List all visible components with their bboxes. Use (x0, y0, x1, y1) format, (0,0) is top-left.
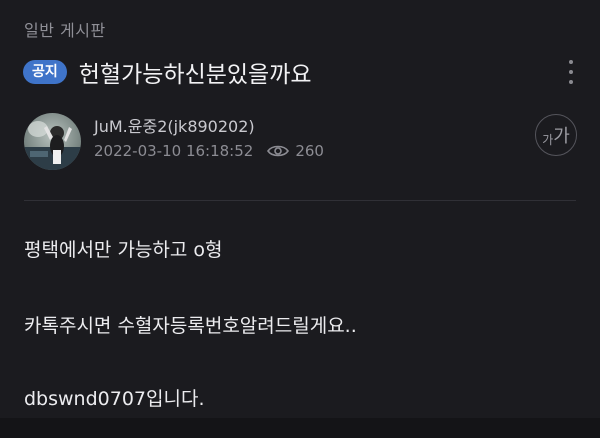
more-options-icon[interactable] (565, 60, 577, 84)
post-title: 헌혈가능하신분있을까요 (78, 62, 312, 88)
avatar[interactable] (24, 113, 81, 170)
font-size-big-label: 가 (553, 126, 570, 147)
divider (24, 200, 576, 201)
post-meta: 2022-03-10 16:18:52 260 (94, 141, 324, 161)
font-size-button[interactable]: 가 가 (535, 114, 577, 156)
post-title-row: 공지 헌혈가능하신분있을까요 (23, 56, 580, 88)
font-size-small-label: 가 (542, 133, 554, 147)
view-count: 260 (295, 142, 324, 160)
board-name[interactable]: 일반 게시판 (24, 17, 106, 41)
author-name[interactable]: JuM.윤중2(jk890202) (94, 113, 255, 137)
post-body-line: dbswnd0707입니다. (24, 388, 205, 410)
post-body-line: 카톡주시면 수혈자등록번호알려드릴게요.. (24, 315, 357, 337)
bottom-bar (0, 418, 600, 438)
eye-icon (267, 145, 290, 157)
notice-badge: 공지 (23, 60, 67, 84)
post-date: 2022-03-10 16:18:52 (94, 142, 254, 160)
post-body-line: 평택에서만 가능하고 o형 (24, 239, 223, 261)
